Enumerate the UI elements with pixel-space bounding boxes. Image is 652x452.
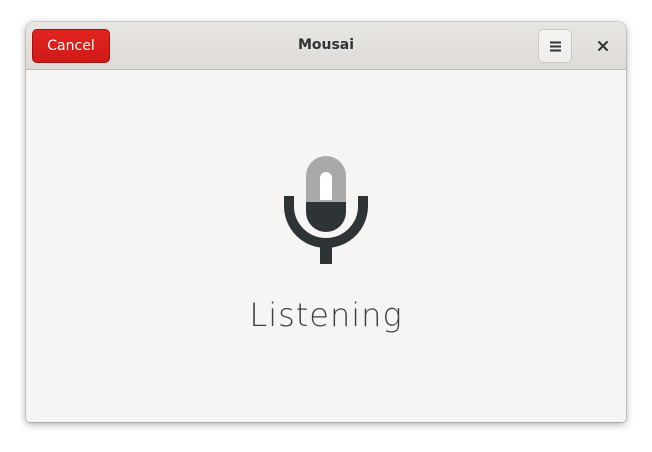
- app-window: Cancel Mousai Listening: [26, 22, 626, 422]
- window-title: Mousai: [297, 37, 355, 53]
- hamburger-menu-icon: [550, 41, 561, 52]
- close-icon: [598, 41, 608, 51]
- listening-view: Listening: [26, 70, 626, 422]
- close-button[interactable]: [589, 32, 617, 60]
- headerbar: Cancel Mousai: [26, 22, 626, 70]
- status-label: Listening: [249, 296, 403, 334]
- microphone-icon: [284, 156, 368, 264]
- main-menu-button[interactable]: [538, 29, 572, 63]
